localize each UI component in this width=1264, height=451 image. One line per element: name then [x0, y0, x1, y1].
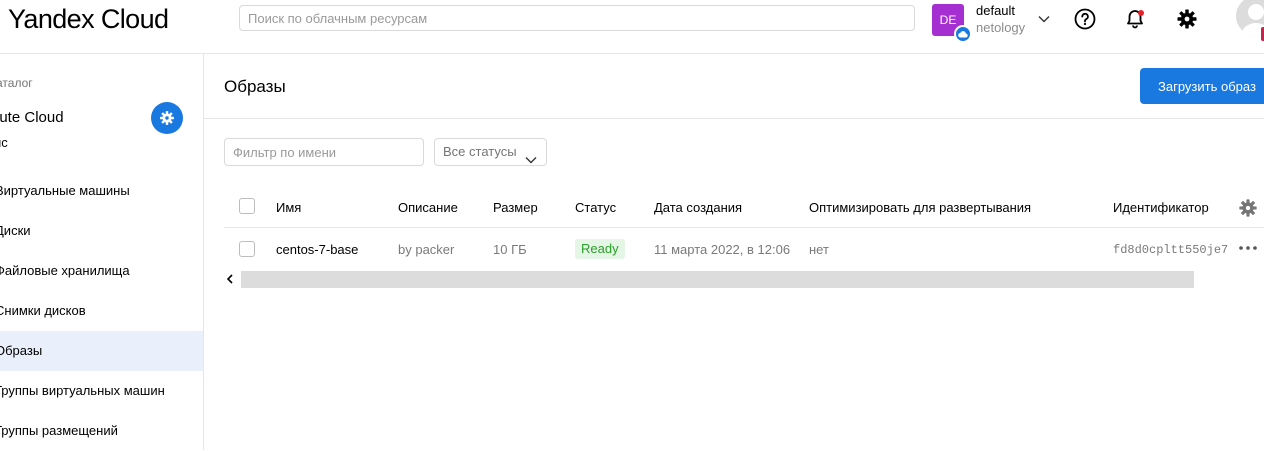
search-input[interactable]	[240, 6, 914, 30]
service-settings-button[interactable]	[151, 102, 183, 134]
image-name[interactable]: centos-7-base	[276, 242, 358, 257]
status-filter-value: Все статусы	[443, 144, 517, 159]
notifications-bell-icon[interactable]	[1123, 7, 1147, 31]
sidebar: аталог pute Cloud ис Виртуальные машины …	[0, 54, 204, 450]
gear-icon	[160, 111, 174, 125]
name-filter-input[interactable]	[225, 139, 423, 165]
settings-gear-icon[interactable]	[1175, 7, 1199, 31]
sidebar-item-vms[interactable]: Виртуальные машины	[0, 171, 203, 211]
image-size: 10 ГБ	[493, 242, 527, 257]
sidebar-item-placement-groups[interactable]: Группы размещений	[0, 411, 203, 451]
row-checkbox[interactable]	[239, 241, 255, 257]
account-switcher[interactable]: DE default netology	[932, 3, 1054, 43]
sidebar-item-disks[interactable]: Диски	[0, 211, 203, 251]
column-header-description[interactable]: Описание	[398, 200, 458, 215]
sidebar-item-label: Образы	[0, 343, 43, 358]
image-id: fd8d0cpltt550je7	[1113, 243, 1229, 257]
column-header-name[interactable]: Имя	[276, 200, 301, 215]
horizontal-scrollbar[interactable]	[241, 271, 1194, 288]
column-header-created[interactable]: Дата создания	[654, 200, 742, 215]
image-description: by packer	[398, 242, 455, 257]
user-avatar[interactable]	[1236, 0, 1264, 36]
sidebar-item-label: Группы размещений	[0, 423, 118, 438]
status-filter-select[interactable]: Все статусы	[434, 138, 547, 166]
sidebar-item-label: Виртуальные машины	[0, 183, 130, 198]
page-title: Образы	[224, 77, 286, 96]
top-header: Yandex Cloud DE default netology	[0, 0, 1264, 54]
row-actions-more-icon[interactable]	[1238, 240, 1258, 256]
account-name: default	[976, 3, 1016, 18]
sidebar-item-label: Диски	[0, 223, 31, 238]
name-filter[interactable]	[224, 138, 424, 166]
column-header-size[interactable]: Размер	[493, 200, 538, 215]
scroll-left-arrow-icon[interactable]	[225, 272, 237, 286]
sidebar-item-label: Файловые хранилища	[0, 263, 130, 278]
column-header-optimize[interactable]: Оптимизировать для развертывания	[809, 200, 1031, 215]
service-title: pute Cloud	[0, 109, 64, 126]
service-subtitle: ис	[0, 135, 8, 150]
help-icon[interactable]	[1073, 7, 1097, 31]
sidebar-item-label: Группы виртуальных машин	[0, 383, 165, 398]
search-box[interactable]	[239, 5, 915, 31]
column-header-id[interactable]: Идентификатор	[1113, 200, 1209, 215]
title-divider	[204, 118, 1264, 119]
upload-image-button[interactable]: Загрузить образ	[1140, 68, 1264, 104]
table-header-divider	[224, 227, 1264, 228]
status-badge: Ready	[575, 239, 625, 259]
app-logo[interactable]: Yandex Cloud	[8, 4, 169, 35]
image-created-date: 11 марта 2022, в 12:06	[654, 242, 791, 257]
column-settings-gear-icon[interactable]	[1238, 198, 1258, 218]
sidebar-item-instance-groups[interactable]: Группы виртуальных машин	[0, 371, 203, 411]
sidebar-item-label: Снимки дисков	[0, 303, 86, 318]
sidebar-item-snapshots[interactable]: Снимки дисков	[0, 291, 203, 331]
column-header-status[interactable]: Статус	[575, 200, 616, 215]
sidebar-item-file-storage[interactable]: Файловые хранилища	[0, 251, 203, 291]
cloud-icon	[954, 25, 972, 43]
account-folder: netology	[976, 20, 1026, 35]
sidebar-item-images[interactable]: Образы	[0, 331, 203, 371]
catalog-label: аталог	[0, 76, 33, 90]
select-all-checkbox[interactable]	[239, 198, 255, 214]
chevron-down-icon	[525, 147, 537, 173]
image-optimize: нет	[809, 242, 829, 257]
chevron-down-icon	[1038, 11, 1050, 26]
